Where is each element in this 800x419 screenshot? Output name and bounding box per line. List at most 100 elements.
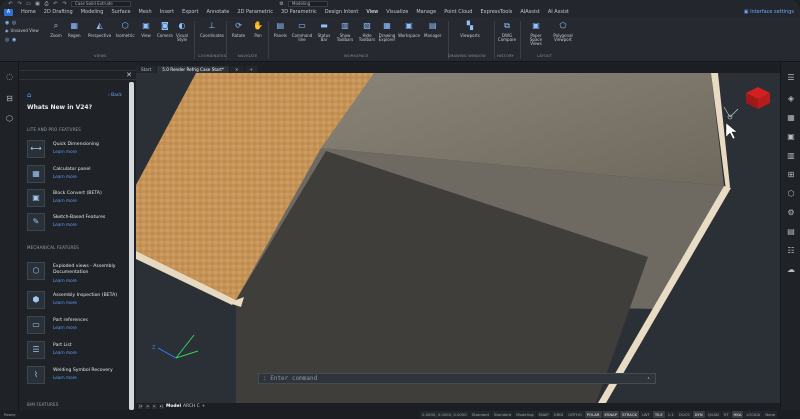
status-item[interactable]: None — [763, 411, 778, 418]
learn-more-link[interactable]: Learn more — [53, 300, 77, 305]
tab-visualize[interactable]: Visualize — [382, 8, 412, 17]
cloud-icon[interactable]: ☁ — [785, 264, 797, 276]
structure-icon[interactable]: ⊟ — [4, 94, 15, 104]
add-layout-icon[interactable]: + — [202, 404, 206, 409]
open-icon[interactable]: ▭ — [26, 1, 31, 7]
layout-icon[interactable]: ▤ — [785, 226, 797, 238]
blocks-icon[interactable]: ▣ — [785, 131, 797, 143]
feature-item[interactable]: ⬢ Assembly Inspection (BETA) Learn more — [27, 291, 127, 311]
home-icon[interactable]: ⌂ — [27, 91, 31, 99]
learn-more-link[interactable]: Learn more — [53, 198, 77, 203]
feature-item[interactable]: ▣ Block Convert (BETA) Learn more — [27, 189, 127, 209]
lightbulb-icon[interactable]: ◌ — [4, 72, 15, 82]
tab-view[interactable]: View — [362, 8, 383, 18]
perspective-button[interactable]: ◭ Perspective — [88, 21, 111, 38]
tab-2d-drafting[interactable]: 2D Drafting — [40, 8, 77, 17]
close-icon[interactable]: ✕ — [126, 71, 132, 79]
isometric-button[interactable]: ⬡ Isometric — [116, 21, 135, 38]
undo-list-icon[interactable]: ↶ — [53, 1, 58, 7]
tab-manage[interactable]: Manage — [412, 8, 440, 17]
status-item[interactable]: DUCS — [676, 411, 692, 418]
status-item[interactable]: ESNAP — [602, 411, 620, 418]
new-tab-icon[interactable]: + — [244, 66, 259, 73]
learn-more-link[interactable]: Learn more — [53, 174, 77, 179]
paper-space-views-button[interactable]: ▣ Paper Space Views — [524, 21, 548, 47]
status-item[interactable]: HKA — [731, 411, 744, 418]
status-item[interactable]: Modeling — [514, 411, 536, 418]
tab-start[interactable]: Start — [136, 66, 157, 73]
redo-list-icon[interactable]: ↷ — [62, 1, 67, 7]
tab-insert[interactable]: Insert — [156, 8, 178, 17]
status-item[interactable]: Standard — [469, 411, 491, 418]
tab-export[interactable]: Export — [178, 8, 202, 17]
learn-more-link[interactable]: Learn more — [53, 278, 77, 283]
status-bar-button[interactable]: ▬ Status Bar — [316, 21, 332, 42]
drawing-viewport[interactable]: Z — [136, 73, 780, 403]
polygonal-viewport-button[interactable]: ⬠ Polygonal Viewport — [552, 21, 574, 42]
feature-item[interactable]: ⟷ Quick Dimensioning Learn more — [27, 140, 127, 160]
rotate-button[interactable]: ⟳ Rotate — [232, 21, 245, 38]
print-icon[interactable]: ⎙ — [44, 1, 49, 7]
layers-icon[interactable]: ◈ — [785, 93, 797, 105]
first-tab-icon[interactable]: |◂ — [138, 404, 143, 409]
save-icon[interactable]: ▣ — [35, 1, 40, 7]
status-item[interactable]: 1:1 — [665, 411, 676, 418]
status-item[interactable]: GRID — [551, 411, 566, 418]
viewports-button[interactable]: ▚ Viewports — [460, 21, 480, 38]
status-item[interactable]: RT — [721, 411, 731, 418]
interface-settings-link[interactable]: ▣ Interface settings — [744, 8, 794, 17]
tab-home[interactable]: Home — [17, 8, 40, 17]
feature-item[interactable]: ✎ Sketch-Based Features Learn more — [27, 213, 127, 233]
view-icon-small-3[interactable]: ◎ — [5, 37, 9, 43]
tab-document[interactable]: 5.0 Render Refrig Case Start* — [157, 66, 230, 73]
status-item[interactable]: QUAD — [705, 411, 721, 418]
settings-icon[interactable]: ⚙ — [785, 207, 797, 219]
scrollbar-thumb[interactable] — [129, 82, 134, 410]
status-item[interactable]: Standard — [491, 411, 514, 418]
back-link[interactable]: ‹ Back — [108, 93, 122, 98]
zoom-button[interactable]: ⌕ Zoom — [50, 21, 62, 38]
close-tab-icon[interactable]: ✕ — [230, 66, 244, 73]
prev-tab-icon[interactable]: ◂ — [145, 404, 150, 409]
unsaved-view-dropdown[interactable]: ◉ Unsaved View — [5, 28, 39, 33]
last-tab-icon[interactable]: ▸| — [159, 404, 164, 409]
feature-item[interactable]: ⬡ Exploded views - Assembly Documentatio… — [27, 262, 127, 286]
tab-design-intent[interactable]: Design Intent — [321, 8, 363, 17]
view-icon-small[interactable]: ◉ — [5, 20, 9, 26]
coordinates-button[interactable]: ⊥ Coordinates — [200, 21, 224, 38]
learn-more-link[interactable]: Learn more — [53, 375, 77, 380]
status-item[interactable]: SNAP — [536, 411, 551, 418]
status-item[interactable]: LOCKUI — [744, 411, 763, 418]
status-item[interactable]: DYN — [692, 411, 705, 418]
status-item[interactable]: TILE — [652, 411, 665, 418]
next-tab-icon[interactable]: ▸ — [152, 404, 157, 409]
feature-item[interactable]: ⌇ Welding Symbol Recovery Learn more — [27, 366, 127, 386]
properties-icon[interactable]: ☰ — [785, 72, 797, 84]
cube-icon[interactable]: ⬡ — [4, 114, 15, 124]
structure-icon[interactable]: ⊞ — [785, 169, 797, 181]
regen-button[interactable]: ▦ Regen — [68, 21, 81, 38]
pan-button[interactable]: ✋ Pan — [252, 21, 264, 38]
command-input[interactable]: : Enter command ▴ — [258, 373, 656, 384]
learn-more-link[interactable]: Learn more — [53, 149, 77, 154]
workspace-field[interactable]: Modeling — [288, 1, 328, 7]
tab-aiassist[interactable]: AIAssist — [516, 8, 543, 17]
show-toolbars-button[interactable]: ▥ Show Toolbars — [336, 21, 354, 42]
tab-mesh[interactable]: Mesh — [135, 8, 156, 17]
feature-item[interactable]: ☰ Part List Learn more — [27, 341, 127, 361]
document-field[interactable]: Case Solid Extrude — [71, 1, 131, 7]
learn-more-link[interactable]: Learn more — [53, 350, 77, 355]
status-item[interactable]: STRACK — [620, 411, 639, 418]
panels-button[interactable]: ▤ Panels — [274, 21, 287, 38]
tab-modeling[interactable]: Modeling — [77, 8, 108, 17]
chevron-up-icon[interactable]: ▴ — [647, 374, 650, 383]
feature-item[interactable]: ▦ Calculator panel Learn more — [27, 165, 127, 185]
learn-more-link[interactable]: Learn more — [53, 325, 77, 330]
grid-icon[interactable]: ▦ — [785, 112, 797, 124]
camera-button[interactable]: ◙ Camera — [157, 21, 173, 38]
tab-3d-parametric[interactable]: 3D Parametric — [277, 8, 321, 17]
tab-point-cloud[interactable]: Point Cloud — [440, 8, 476, 17]
status-item[interactable]: LWT — [639, 411, 652, 418]
tab-expresstools[interactable]: ExpressTools — [476, 8, 516, 17]
model-tab[interactable]: Model — [166, 404, 181, 409]
